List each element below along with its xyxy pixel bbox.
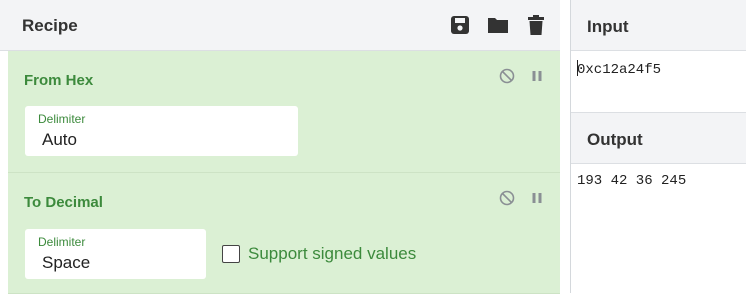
operation-controls (499, 68, 545, 84)
delimiter-value: Space (42, 253, 91, 272)
io-pane: Input 0xc12a24f5 Output 193 42 36 245 (571, 0, 746, 293)
disable-icon[interactable] (499, 190, 515, 206)
input-text: 0xc12a24f5 (577, 62, 662, 78)
delimiter-label: Delimiter (38, 235, 86, 249)
pause-icon[interactable] (529, 68, 545, 84)
output-title: Output (587, 130, 643, 149)
output-header: Output (571, 112, 746, 164)
delimiter-value: Auto (42, 130, 77, 149)
operation-to-decimal[interactable]: To Decimal Delimiter Space Support signe… (8, 173, 560, 294)
input-title: Input (587, 17, 629, 36)
support-signed-values-checkbox[interactable]: Support signed values (222, 244, 416, 264)
folder-icon[interactable] (486, 13, 510, 37)
operation-from-hex[interactable]: From Hex Delimiter Auto (8, 51, 560, 173)
recipe-pane: Recipe From Hex Delimiter Auto To Decima… (0, 0, 571, 294)
recipe-controls (448, 13, 548, 37)
trash-icon[interactable] (524, 13, 548, 37)
operation-controls (499, 190, 545, 206)
input-textarea[interactable]: 0xc12a24f5 (577, 60, 661, 78)
operation-title: To Decimal (24, 194, 103, 211)
delimiter-field[interactable]: Delimiter Auto (25, 106, 298, 156)
checkbox-box[interactable] (222, 245, 240, 263)
output-textarea[interactable]: 193 42 36 245 (577, 173, 686, 189)
delimiter-label: Delimiter (38, 112, 86, 126)
recipe-header: Recipe (0, 0, 560, 51)
checkbox-label: Support signed values (248, 244, 417, 263)
save-icon[interactable] (448, 13, 472, 37)
pause-icon[interactable] (529, 190, 545, 206)
operation-title: From Hex (24, 72, 94, 89)
disable-icon[interactable] (499, 68, 515, 84)
delimiter-field[interactable]: Delimiter Space (25, 229, 206, 279)
recipe-title: Recipe (22, 16, 78, 35)
input-header: Input (571, 0, 746, 51)
